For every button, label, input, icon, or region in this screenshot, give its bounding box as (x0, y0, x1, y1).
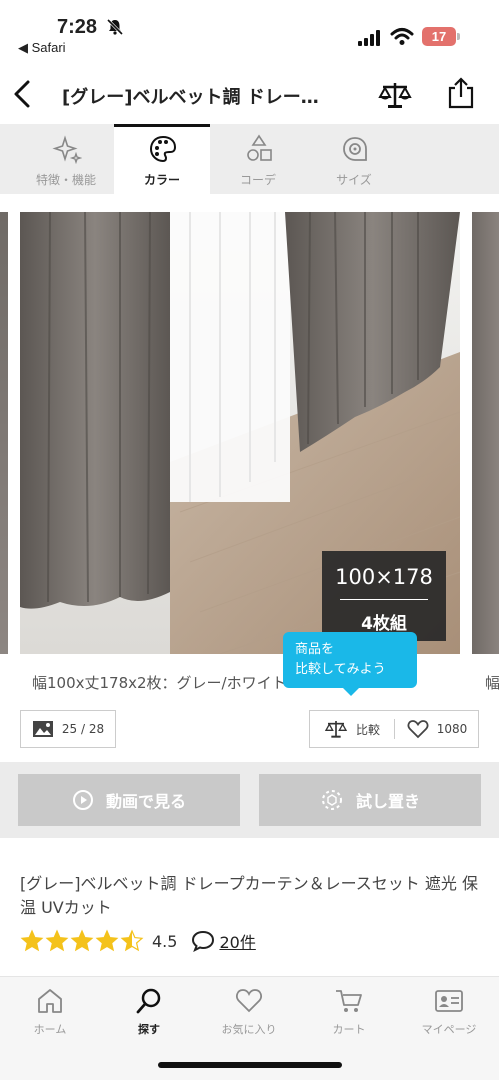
try-placement-button[interactable]: 試し置き (259, 774, 481, 826)
product-nav-bar: [グレー]ベルベット調 ドレー… (0, 62, 499, 126)
next-image-peek[interactable] (472, 212, 499, 654)
compare-scale-icon (324, 721, 348, 738)
compare-button[interactable]: 比較 (310, 711, 394, 747)
shapes-icon (247, 134, 272, 161)
nav-label: カート (332, 1023, 366, 1036)
compare-label: 比較 (355, 722, 380, 737)
tab-features[interactable]: 特徴・機能 (18, 124, 114, 194)
size-badge-set: 4枚組 (361, 614, 407, 634)
sparkle-icon (52, 135, 82, 164)
next-image-caption: 幅 (485, 674, 499, 692)
image-icon (32, 721, 53, 737)
rating-value: 4.5 (152, 931, 178, 951)
favorite-count: 1080 (436, 722, 468, 736)
tab-label: コーデ (239, 173, 276, 187)
nav-label: ホーム (33, 1023, 67, 1036)
share-icon[interactable] (446, 76, 476, 110)
nav-label: お気に入り (221, 1023, 277, 1036)
tape-measure-icon (343, 137, 367, 161)
nav-label: 探す (138, 1023, 160, 1036)
nav-search[interactable]: 探す (99, 977, 199, 1041)
product-tabs: 特徴・機能 カラー コーデ サイズ (0, 124, 499, 194)
back-chevron-icon[interactable] (8, 78, 36, 110)
nav-home[interactable]: ホーム (0, 977, 100, 1041)
tab-label: サイズ (336, 173, 372, 187)
heart-icon (407, 720, 429, 739)
palette-icon (149, 135, 177, 163)
image-counter: 25 / 28 (61, 722, 105, 736)
speech-bubble-icon (192, 930, 215, 952)
nav-mypage[interactable]: マイページ (399, 977, 499, 1041)
heart-icon (236, 989, 262, 1013)
silent-bell-icon (106, 18, 124, 36)
size-badge-dimensions: 100×178 (335, 565, 433, 589)
search-icon (136, 988, 161, 1014)
tab-label: 特徴・機能 (35, 173, 96, 187)
wifi-icon (390, 28, 414, 45)
star-half-icon (120, 929, 144, 952)
compare-like-group: 比較 1080 (309, 710, 479, 748)
review-count: 20件 (219, 933, 256, 952)
tab-label: カラー (143, 173, 180, 187)
home-icon (38, 989, 62, 1013)
product-name: [グレー]ベルベット調 ドレープカーテン＆レースセット 遮光 保温 UVカット (20, 874, 478, 917)
rating-row: 4.5 20件 (20, 928, 256, 954)
home-indicator[interactable] (158, 1062, 342, 1068)
star-full-icon (95, 929, 119, 952)
cellular-signal-icon (358, 30, 380, 46)
size-badge-divider (340, 599, 428, 600)
cart-icon (336, 990, 362, 1012)
tooltip-line-2: 比較してみよう (295, 662, 386, 677)
battery-indicator: 17 (422, 27, 456, 46)
star-full-icon (45, 929, 69, 952)
ar-placement-icon (321, 790, 342, 810)
status-time: 7:28 (57, 16, 98, 38)
nav-cart[interactable]: カート (299, 977, 399, 1041)
try-placement-label: 試し置き (355, 792, 420, 811)
page-title: [グレー]ベルベット調 ドレー… (62, 87, 319, 108)
image-gallery-button[interactable]: 25 / 28 (20, 710, 116, 748)
tab-color[interactable]: カラー (114, 124, 210, 194)
tooltip-line-1: 商品を (295, 642, 335, 657)
member-card-icon (435, 990, 463, 1012)
nav-label: マイページ (421, 1023, 477, 1036)
play-circle-icon (72, 790, 93, 810)
star-full-icon (70, 929, 94, 952)
compare-scale-icon[interactable] (378, 80, 412, 110)
star-rating (20, 929, 144, 953)
favorite-button[interactable]: 1080 (395, 711, 479, 747)
tab-coordinate[interactable]: コーデ (210, 124, 306, 194)
watch-video-button[interactable]: 動画で見る (18, 774, 240, 826)
status-bar: 7:28 ◀ Safari 17 (0, 0, 499, 62)
reviews-link[interactable]: 20件 (191, 929, 256, 953)
back-to-safari-link[interactable]: ◀ Safari (18, 40, 66, 56)
tooltip-arrow (343, 688, 359, 696)
size-badge: 100×178 4枚組 (322, 551, 446, 641)
prev-image-peek[interactable] (0, 212, 8, 654)
watch-video-label: 動画で見る (105, 792, 186, 811)
battery-cap (457, 33, 460, 40)
media-actions: 動画で見る 試し置き (0, 762, 499, 838)
star-full-icon (20, 929, 44, 952)
compare-tooltip[interactable]: 商品を 比較してみよう (283, 632, 417, 696)
nav-favorites[interactable]: お気に入り (199, 977, 299, 1041)
tab-size[interactable]: サイズ (306, 124, 402, 194)
